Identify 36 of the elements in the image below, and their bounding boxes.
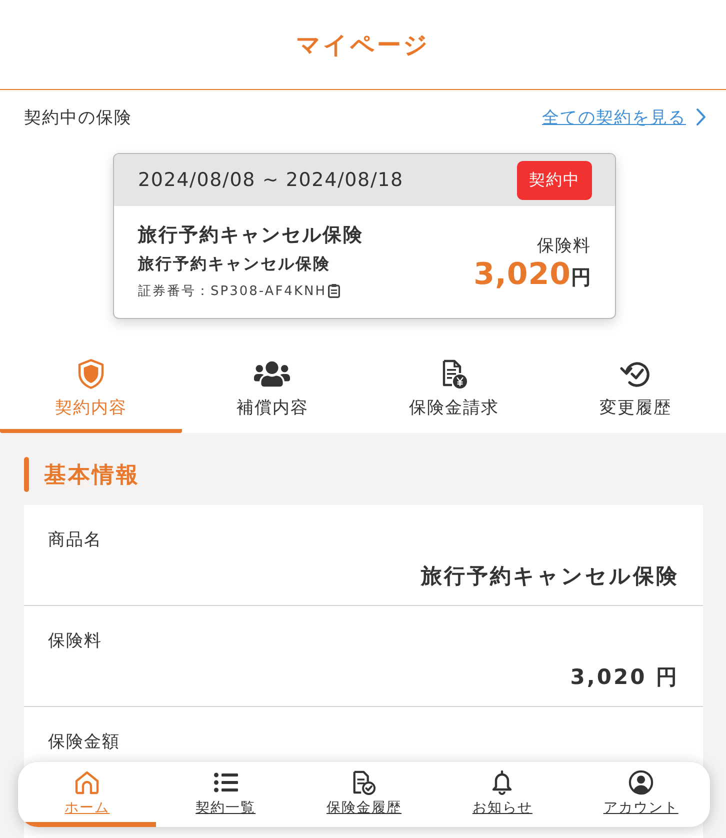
tab[interactable]: 補償内容 xyxy=(182,349,363,433)
nav-item[interactable]: 契約一覧 xyxy=(156,762,295,827)
nav-item[interactable]: お知らせ xyxy=(433,762,572,827)
tab[interactable]: 保険金請求 xyxy=(363,349,544,433)
premium-amount: 3,020 xyxy=(474,257,571,292)
history-icon xyxy=(619,359,652,389)
policy-number: 証券番号：SP308-AF4KNH xyxy=(138,283,326,300)
list-icon xyxy=(214,770,238,795)
section-title: 基本情報 xyxy=(44,462,140,490)
contract-card[interactable]: 2024/08/08 ~ 2024/08/18 契約中 旅行予約キャンセル保険 旅行予約キャンセル保険 証券番号：SP308-AF4KNH 保険料 3,020円 xyxy=(113,153,616,319)
accent-bar xyxy=(24,457,29,492)
users-icon xyxy=(254,359,290,389)
nav-item[interactable]: 保険金履歴 xyxy=(294,762,434,827)
page-title: マイページ xyxy=(296,30,430,60)
document-check-icon xyxy=(351,770,378,795)
field-label: 保険金額 xyxy=(48,731,120,754)
shield-icon xyxy=(78,359,104,389)
chevron-right-icon xyxy=(696,108,706,126)
field-value: 3,020 円 xyxy=(570,664,679,691)
field-label: 商品名 xyxy=(48,529,102,552)
document-coin-icon xyxy=(440,359,467,389)
field-label: 保険料 xyxy=(48,630,102,653)
section-heading: 契約中の保険 xyxy=(24,106,132,128)
bell-icon xyxy=(491,770,514,795)
home-icon xyxy=(74,770,100,795)
product-name: 旅行予約キャンセル保険 xyxy=(138,223,364,248)
contract-period: 2024/08/08 ~ 2024/08/18 xyxy=(138,169,404,191)
clipboard-icon[interactable] xyxy=(328,284,340,298)
plan-name: 旅行予約キャンセル保険 xyxy=(138,253,332,275)
tab[interactable]: 変更履歴 xyxy=(544,349,726,433)
nav-item[interactable]: アカウント xyxy=(572,762,710,827)
account-icon xyxy=(628,770,654,795)
premium-label: 保険料 xyxy=(537,235,591,257)
currency-unit: 円 xyxy=(571,264,591,291)
status-badge: 契約中 xyxy=(517,160,592,200)
field-value: 旅行予約キャンセル保険 xyxy=(421,563,679,590)
